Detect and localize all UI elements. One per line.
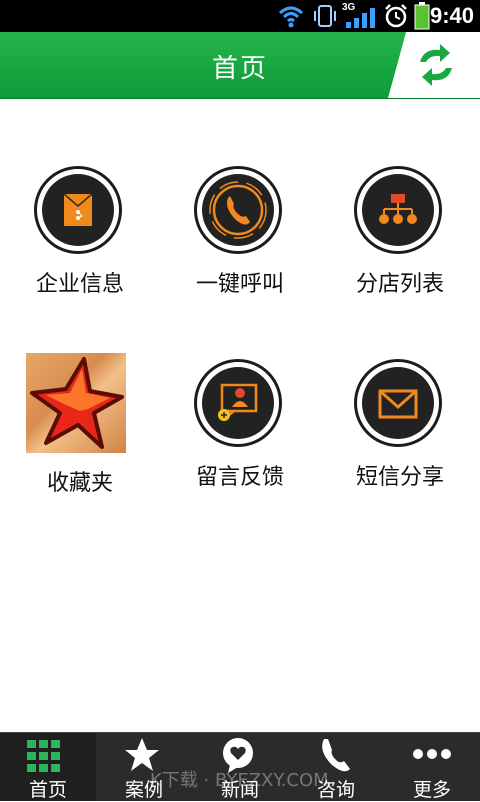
mail-icon [378, 389, 418, 419]
star-icon [30, 357, 124, 449]
nav-tab-label: 更多 [412, 779, 451, 801]
nav-tab-home[interactable]: 首页 [0, 733, 96, 801]
vibrate-icon [314, 5, 336, 27]
grid-item-label: 短信分享 [355, 465, 444, 490]
phone-icon [209, 181, 267, 239]
grid-item-label: 收藏夹 [46, 471, 113, 496]
app-header: 首页 [0, 32, 480, 99]
alarm-icon [385, 4, 407, 28]
grid-item-branch-list[interactable]: 分店列表 [320, 166, 480, 316]
grid-item-label: 分店列表 [355, 272, 444, 297]
clock-time: 9:40 [429, 3, 474, 28]
grid-item-favorites[interactable]: 收藏夹 [0, 353, 160, 515]
grid-icon [27, 740, 60, 772]
signal-icon [346, 8, 375, 28]
refresh-icon [388, 32, 480, 98]
icon-circle [354, 359, 442, 447]
icon-circle [194, 166, 282, 254]
icon-circle [354, 166, 442, 254]
feedback-icon [218, 383, 258, 421]
favorites-tile [26, 353, 126, 453]
icon-circle [194, 359, 282, 447]
grid-item-label: 企业信息 [35, 272, 124, 297]
grid-item-company-info[interactable]: 企业信息 [0, 166, 160, 316]
grid-item-sms-share[interactable]: 短信分享 [320, 359, 480, 509]
more-icon [413, 749, 451, 759]
status-bar: 3G 9:40 [0, 0, 480, 32]
envelope-file-icon [63, 193, 93, 226]
grid-item-label: 一键呼叫 [195, 272, 284, 297]
org-chart-icon [379, 194, 417, 224]
watermark-text: K下载 · BYEZXY.COM [150, 770, 329, 791]
refresh-button[interactable] [388, 32, 480, 98]
icon-circle [34, 166, 122, 254]
grid-item-feedback[interactable]: 留言反馈 [160, 359, 320, 509]
nav-tab-more[interactable]: 更多 [384, 733, 480, 801]
grid-item-one-click-call[interactable]: 一键呼叫 [160, 166, 320, 316]
nav-tab-label: 首页 [28, 779, 67, 801]
battery-icon [414, 2, 430, 30]
wifi-icon [278, 6, 304, 28]
grid-item-label: 留言反馈 [195, 465, 284, 490]
